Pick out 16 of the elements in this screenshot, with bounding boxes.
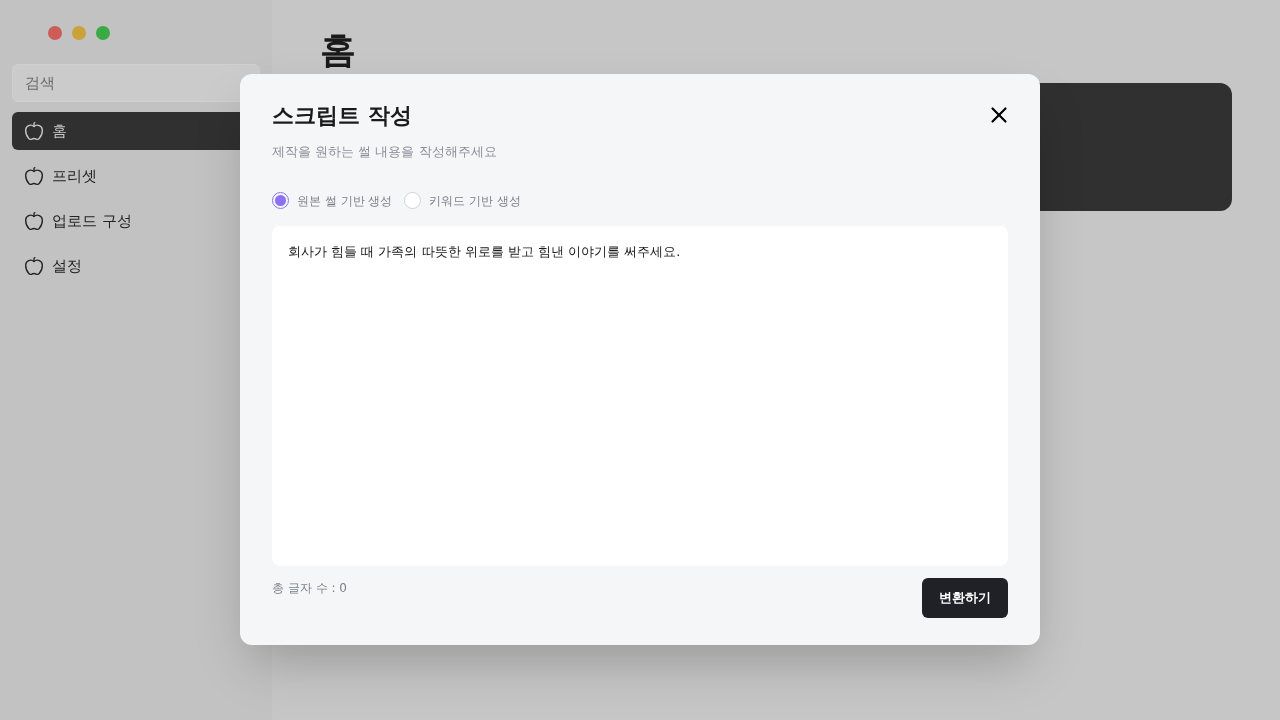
apple-icon: [24, 166, 44, 186]
dialog-title: 스크립트 작성: [272, 102, 412, 130]
radio-option[interactable]: 키워드 기반 생성: [404, 191, 522, 210]
convert-button[interactable]: 변환하기: [922, 577, 1008, 618]
sidebar-item[interactable]: 업로드 구성: [12, 202, 260, 240]
character-count: 총 글자 수 : 0: [272, 579, 347, 597]
dialog-subtitle: 제작을 원하는 썰 내용을 작성해주세요: [272, 143, 498, 161]
page-title: 홈: [320, 28, 357, 72]
script-text-field[interactable]: 회사가 힘들 때 가족의 따뜻한 위로를 받고 힘낸 이야기를 써주세요.: [272, 225, 1008, 566]
search-field[interactable]: 검색: [12, 64, 260, 102]
radio-option[interactable]: 원본 썰 기반 생성: [272, 191, 393, 210]
apple-icon: [24, 256, 44, 276]
sidebar-item[interactable]: 설정: [12, 247, 260, 285]
apple-icon: [24, 121, 44, 141]
apple-icon: [24, 211, 44, 231]
sidebar-item[interactable]: 프리셋: [12, 157, 260, 195]
